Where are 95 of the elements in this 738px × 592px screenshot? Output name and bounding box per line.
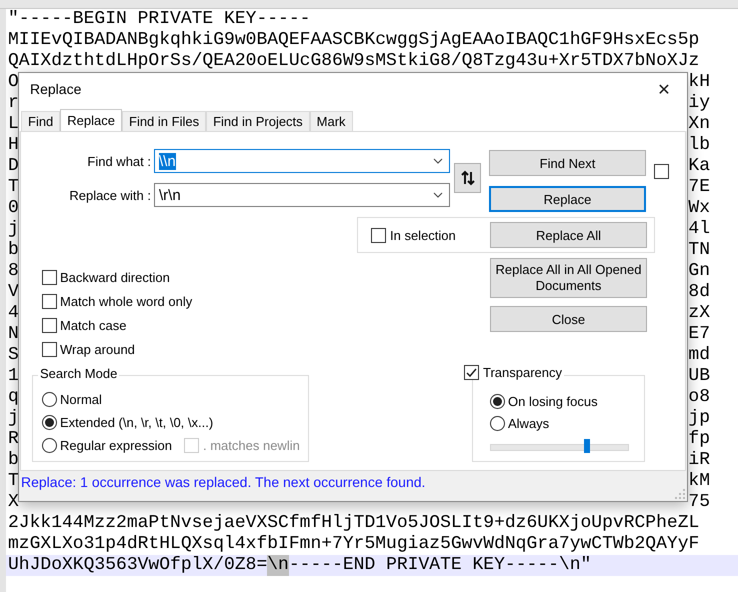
code-fragment: 8 [8,261,19,282]
code-fragment: jp [688,408,710,429]
slider-thumb[interactable] [584,439,590,453]
swap-icon [460,170,476,186]
resize-grip-icon[interactable] [675,489,685,499]
code-fragment: j [8,408,19,429]
radio-label: On losing focus [508,394,598,409]
checkbox-label: Backward direction [60,270,170,285]
code-fragment: UB [688,366,710,387]
checkbox[interactable] [371,228,386,242]
code-line: mzGXLXo31p4dRtHLQXsql4xfbIFmn+7Yr5Mugiaz5GwvWdNqGra7ywCTWb2QAYyF [8,534,700,555]
dropdown-icon [433,192,443,198]
radio-button[interactable] [42,415,57,430]
find-next-button[interactable]: Find Next [489,150,646,176]
code-fragment: 1 [8,366,19,387]
code-line: "-----BEGIN PRIVATE KEY----- [8,9,312,30]
combo-field[interactable]: \r\n [154,183,450,207]
checkbox[interactable] [654,164,669,179]
field-label: Find what : [86,154,152,168]
code-fragment: 8d [688,282,710,303]
code-fragment: D [8,156,19,177]
code-fragment: q [8,387,19,408]
code-fragment: kM [688,471,710,492]
checkbox[interactable] [42,318,57,333]
code-fragment: kH [688,72,710,93]
code-fragment: 4 [8,303,19,324]
checkbox[interactable] [42,294,57,309]
code-fragment: Wx [688,198,710,219]
code-fragment: 0 [8,198,19,219]
code-fragment: X [8,492,19,513]
code-line: 2Jkk144Mzz2maPtNvsejaeVXSCfmfHljTD1Vo5JOSLIt9+dz6UKXjoUpvRCPheZL [8,513,700,534]
code-fragment: iy [688,93,710,114]
code-fragment: Ka [688,156,710,177]
code-fragment: iR [688,450,710,471]
code-fragment: fp [688,429,710,450]
checkbox-label: Transparency [483,365,562,380]
code-fragment: V [8,282,19,303]
field-label: Replace with : [68,188,152,202]
checkbox-label: Match whole word only [60,294,192,309]
window-title: Replace [30,81,82,97]
code-fragment: b [8,240,19,261]
checkbox[interactable] [42,342,57,357]
combo-field[interactable]: \\n [154,149,450,173]
replace-all-button[interactable]: Replace All [490,222,647,248]
tab[interactable]: Find in Projects [206,111,310,131]
tab[interactable]: Mark [310,111,353,131]
tab[interactable]: Find [21,111,60,131]
close-button[interactable]: ✕ [641,73,687,105]
code-line: QAIXdzthtdLHpOrSs/QEA20oELUcG86W9sMStkiG8/Q8Tzg43u+Xr5TDX7bNoXJz [8,51,700,72]
status-message: Replace: 1 occurrence was replaced. The next occurrence found. [20,473,426,492]
code-fragment: Gn [688,261,710,282]
code-fragment: O [8,72,19,93]
checkbox-label: . matches newlin [203,438,300,453]
code-fragment: 7E [688,177,710,198]
radio-button[interactable] [42,392,57,407]
radio-label: Extended (\n, \r, \t, \0, \x...) [60,415,214,430]
code-fragment: L [8,114,19,135]
checkbox-label: In selection [390,228,456,242]
code-fragment: lb [688,135,710,156]
group-title: Search Mode [38,366,120,381]
code-fragment: N [8,324,19,345]
code-fragment: R [8,429,19,450]
code-fragment: o8 [688,387,710,408]
code-fragment: b [8,450,19,471]
radio-label: Regular expression [60,438,172,453]
replace-button[interactable]: Replace [489,186,646,212]
radio-label: Always [508,416,550,431]
dropdown-icon [433,158,443,164]
code-fragment: 4l [688,219,710,240]
radio-button[interactable] [42,438,57,453]
code-fragment: Xn [688,114,710,135]
radio-button[interactable] [490,394,505,409]
code-fragment: zX [688,303,710,324]
tab[interactable]: Replace [60,109,122,131]
close-dialog-button[interactable]: Close [490,306,647,332]
code-fragment: md [688,345,710,366]
replace-all-opened-button[interactable]: Replace All in All Opened Documents [490,258,647,298]
radio-button[interactable] [490,416,505,431]
checkbox-label: Match case [60,318,126,333]
radio-label: Normal [60,392,102,407]
checkbox-label: Wrap around [60,342,135,357]
code-fragment: S [8,345,19,366]
swap-button[interactable] [454,163,481,193]
code-fragment: T [8,471,19,492]
code-fragment: j [8,219,19,240]
tab[interactable]: Find in Files [122,111,206,131]
code-fragment: E7 [688,324,710,345]
code-fragment: 75 [688,492,710,513]
checkbox[interactable] [42,270,57,285]
code-fragment: T [8,177,19,198]
code-fragment: H [8,135,19,156]
checkbox[interactable] [464,365,479,380]
code-line: MIIEvQIBADANBgkqhkiG9w0BAQEFAASCBKcwggSjAgEAAoIBAQC1hGF9HsxEcs5p [8,30,700,51]
code-fragment: TN [688,240,710,261]
code-fragment: r [8,93,19,114]
